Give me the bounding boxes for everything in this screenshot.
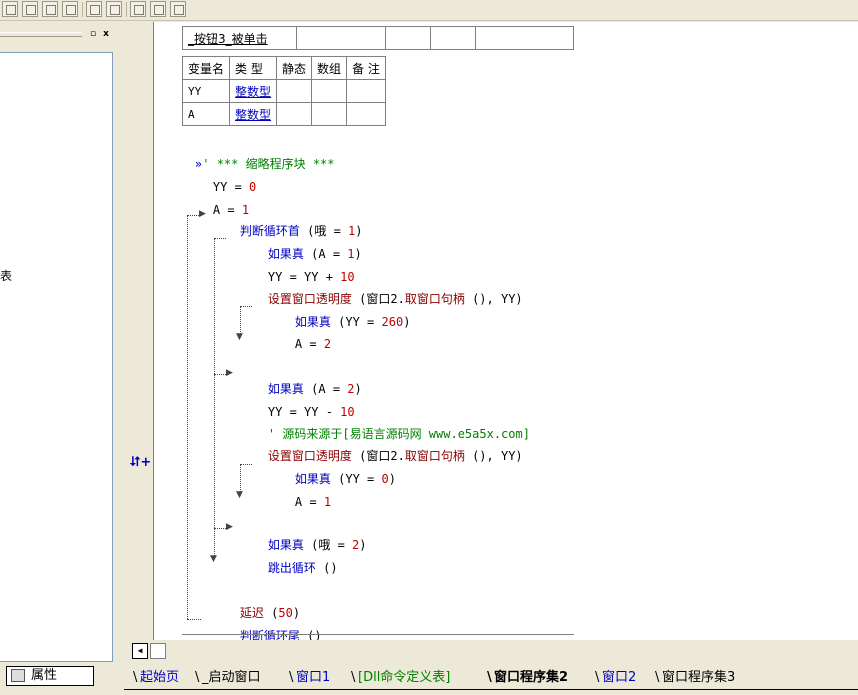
code-number: 1 — [323, 495, 332, 509]
code-token: () — [315, 561, 338, 575]
property-tab[interactable]: 属性 — [6, 666, 94, 686]
left-dock-pane: ▫ x 表 — [0, 22, 117, 662]
code-token: (YY = — [330, 472, 382, 486]
table-row[interactable]: YY 整数型 — [181, 79, 386, 103]
tab-baseline — [124, 689, 858, 690]
table-cell[interactable] — [475, 26, 574, 50]
align-left-icon[interactable] — [2, 1, 18, 17]
variable-type[interactable]: 整数型 — [229, 79, 278, 103]
toolbar-separator — [126, 2, 127, 17]
variable-type[interactable]: 整数型 — [229, 102, 278, 126]
flow-line — [214, 238, 215, 374]
column-header: 静态 — [276, 56, 313, 80]
flow-line — [214, 374, 226, 375]
column-header: 类 型 — [229, 56, 278, 80]
property-tab-label: 属性 — [31, 668, 58, 683]
align-top-icon[interactable] — [42, 1, 58, 17]
tab-window2[interactable]: 窗口2 — [595, 668, 636, 688]
code-function: 取窗口句柄 — [404, 449, 465, 463]
same-height-icon[interactable] — [150, 1, 166, 17]
code-function: 取窗口句柄 — [404, 292, 465, 306]
editor-gutter — [123, 22, 153, 640]
tab-startup-window[interactable]: _启动窗口 — [195, 668, 260, 688]
code-number: 2 — [323, 337, 332, 351]
tab-window-program-set3[interactable]: 窗口程序集3 — [655, 668, 735, 688]
horizontal-scrollbar[interactable]: ◀ — [130, 641, 858, 661]
code-line[interactable]: 跳出循环 () — [239, 544, 338, 592]
code-token: ) — [354, 247, 362, 261]
code-keyword: 跳出循环 — [267, 561, 316, 575]
variable-table: 变量名 类 型 静态 数组 备 注 YY 整数型 A 整数型 — [181, 56, 386, 126]
flow-line — [187, 215, 188, 619]
table-cell[interactable] — [311, 102, 348, 126]
flow-line — [214, 374, 215, 528]
property-icon — [11, 669, 25, 682]
flow-arrow-icon: ▼ — [236, 332, 243, 342]
document-tabs: 起始页 _启动窗口 窗口1 [Dll命令定义表] 窗口程序集2 窗口2 窗口程序… — [124, 666, 858, 692]
toolbar — [0, 0, 858, 21]
scroll-thumb[interactable] — [150, 643, 166, 659]
table-cell[interactable] — [295, 26, 387, 50]
table-cell[interactable] — [385, 26, 432, 50]
column-header: 备 注 — [346, 56, 386, 80]
align-center-icon[interactable] — [22, 1, 38, 17]
tab-window-program-set2[interactable]: 窗口程序集2 — [487, 668, 568, 688]
table-header-row: 变量名 类 型 静态 数组 备 注 — [181, 56, 386, 80]
flow-arrow-icon: ▼ — [210, 554, 217, 564]
flow-arrow-icon: ▼ — [236, 490, 243, 500]
tab-window1[interactable]: 窗口1 — [289, 668, 330, 688]
code-editor[interactable]: _按钮3_被单击 变量名 类 型 静态 数组 备 注 YY 整数型 A 整数型 — [153, 22, 858, 640]
table-cell[interactable] — [346, 102, 386, 126]
flow-line — [187, 619, 201, 620]
align-bottom-icon[interactable] — [62, 1, 78, 17]
table-cell[interactable] — [346, 79, 386, 103]
table-cell[interactable] — [276, 79, 313, 103]
toolbar-separator — [82, 2, 83, 17]
code-token: A = — [294, 337, 324, 351]
dock-close-button[interactable]: x — [101, 29, 111, 39]
dock-tree-panel[interactable]: 表 — [0, 52, 113, 662]
flow-line — [214, 528, 226, 529]
code-token: ) — [359, 538, 367, 552]
flow-arrow-icon: ▶ — [226, 368, 233, 378]
code-token: (), YY) — [464, 292, 523, 306]
dock-item-label[interactable]: 表 — [0, 267, 12, 284]
scroll-left-button[interactable]: ◀ — [132, 643, 148, 659]
table-cell[interactable] — [311, 79, 348, 103]
column-header: 变量名 — [181, 56, 231, 80]
code-token: ) — [403, 315, 411, 329]
variable-name[interactable]: YY — [181, 79, 231, 103]
tab-dll-commands[interactable]: [Dll命令定义表] — [351, 668, 450, 688]
subroutine-table: _按钮3_被单击 — [182, 26, 574, 50]
code-number: 0 — [381, 472, 389, 486]
tab-start-page[interactable]: 起始页 — [133, 668, 179, 688]
same-width-icon[interactable] — [130, 1, 146, 17]
equal-width-icon[interactable] — [86, 1, 102, 17]
flow-arrow-icon: ▶ — [226, 522, 233, 532]
code-token: ) — [388, 472, 396, 486]
code-token: A = — [294, 495, 324, 509]
table-cell[interactable] — [430, 26, 477, 50]
code-token: (YY = — [330, 315, 382, 329]
equal-height-icon[interactable] — [106, 1, 122, 17]
same-size-icon[interactable] — [170, 1, 186, 17]
dock-header: ▫ x — [0, 26, 117, 40]
variable-name[interactable]: A — [181, 102, 231, 126]
code-number: 0 — [249, 180, 257, 194]
breakpoint-marker-icon[interactable]: ⮃+ — [130, 455, 151, 470]
code-token: (), YY) — [464, 449, 523, 463]
dock-grip[interactable] — [0, 32, 82, 37]
dock-minimize-button[interactable]: ▫ — [88, 29, 98, 39]
table-row[interactable]: A 整数型 — [181, 102, 386, 126]
code-token: ) — [354, 382, 362, 396]
code-line[interactable]: A = 1 — [266, 478, 331, 526]
table-edge — [182, 634, 574, 640]
code-line[interactable]: A = 2 — [266, 320, 331, 368]
column-header: 数组 — [311, 56, 348, 80]
subroutine-name[interactable]: _按钮3_被单击 — [182, 26, 297, 50]
code-number: 260 — [381, 315, 404, 329]
table-cell[interactable] — [276, 102, 313, 126]
